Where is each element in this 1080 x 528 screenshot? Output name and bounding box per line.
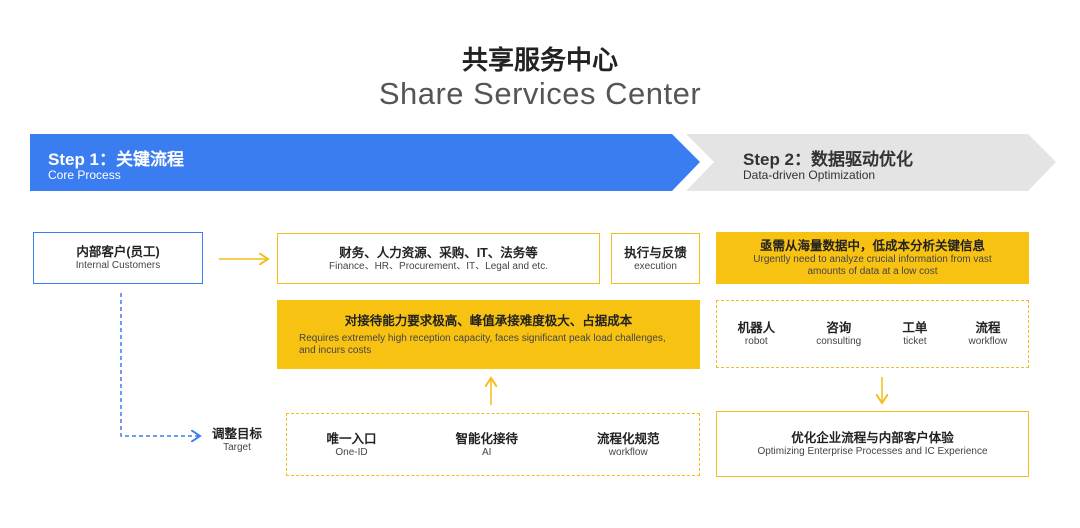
tool-item: 工单 ticket — [902, 320, 927, 348]
tool-item-cn: 工单 — [902, 321, 928, 335]
tool-item-en: consulting — [816, 336, 862, 347]
target-item-en: workflow — [608, 446, 648, 458]
tool-item: 流程 workflow — [969, 320, 1008, 348]
execution-cn: 执行与反馈 — [624, 245, 687, 260]
target-item: 流程化规范 workflow — [597, 431, 660, 459]
target-item-cn: 智能化接待 — [455, 431, 518, 446]
optimize-box: 优化企业流程与内部客户体验 Optimizing Enterprise Proc… — [716, 411, 1029, 477]
execution-en: execution — [634, 260, 677, 272]
challenge-en: Requires extremely high reception capaci… — [299, 332, 666, 356]
target-item-cn: 唯一入口 — [326, 431, 377, 446]
tool-item-en: workflow — [968, 336, 1008, 347]
arrow-customers-to-target — [120, 293, 200, 436]
services-en: Finance、HR、Procurement、IT、Legal and etc. — [329, 260, 548, 272]
target-item-en: AI — [482, 446, 492, 458]
internal-customers-en: Internal Customers — [75, 260, 161, 271]
urgent-cn: 亟需从海量数据中，低成本分析关键信息 — [759, 239, 985, 253]
target-en: Target — [223, 442, 251, 453]
execution-box: 执行与反馈 execution — [611, 233, 700, 284]
target-item: 唯一入口 One-ID — [326, 431, 376, 459]
target-items-box: 唯一入口 One-ID 智能化接待 AI 流程化规范 workflow — [286, 413, 700, 476]
tool-item-en: robot — [744, 336, 768, 347]
tool-item: 咨询 consulting — [816, 320, 861, 348]
optimize-en: Optimizing Enterprise Processes and IC E… — [757, 446, 988, 457]
target-item: 智能化接待 AI — [455, 431, 518, 459]
urgent-box: 亟需从海量数据中，低成本分析关键信息 Urgently need to anal… — [716, 232, 1029, 284]
tool-item-en: ticket — [903, 336, 927, 347]
tools-box: 机器人 robot 咨询 consulting 工单 ticket 流程 wor… — [716, 300, 1029, 368]
tool-item: 机器人 robot — [738, 320, 776, 348]
tool-item-cn: 咨询 — [826, 321, 852, 335]
services-box: 财务、人力资源、采购、IT、法务等 Finance、HR、Procurement… — [277, 233, 600, 284]
target-cn: 调整目标 — [211, 427, 262, 441]
optimize-cn: 优化企业流程与内部客户体验 — [791, 431, 954, 445]
challenge-box: 对接待能力要求极高、峰值承接难度极大、占据成本 Requires extreme… — [277, 300, 700, 369]
urgent-en: Urgently need to analyze crucial informa… — [753, 254, 992, 277]
services-cn: 财务、人力资源、采购、IT、法务等 — [339, 245, 538, 260]
tool-item-cn: 机器人 — [737, 321, 776, 335]
internal-customers-cn: 内部客户(员工) — [76, 245, 160, 259]
challenge-cn: 对接待能力要求极高、峰值承接难度极大、占据成本 — [344, 313, 633, 328]
tool-item-cn: 流程 — [975, 321, 1001, 335]
internal-customers-box: 内部客户(员工) Internal Customers — [33, 232, 203, 284]
target-item-cn: 流程化规范 — [596, 431, 660, 446]
target-item-en: One-ID — [335, 446, 368, 458]
target-label: 调整目标 Target — [206, 426, 268, 454]
